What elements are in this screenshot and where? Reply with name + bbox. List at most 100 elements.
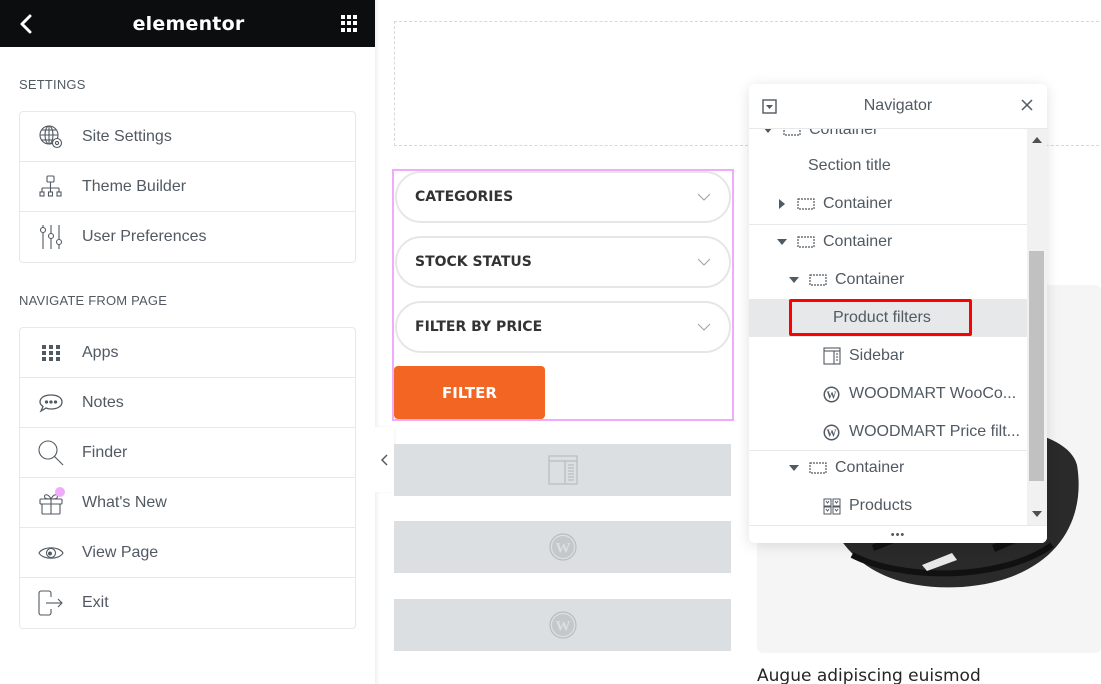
wordpress-icon: W	[823, 386, 840, 402]
navigator-scrollbar[interactable]	[1027, 129, 1047, 525]
filter-stock-status[interactable]: STOCK STATUS	[395, 236, 731, 288]
menu-item-theme-builder[interactable]: Theme Builder	[20, 162, 355, 212]
menu-item-label: What's New	[82, 493, 167, 511]
menu-item-notes[interactable]: Notes	[20, 378, 355, 428]
chevron-left-icon	[380, 453, 388, 466]
svg-text:W: W	[827, 428, 837, 439]
settings-section-label: SETTINGS	[19, 77, 86, 92]
scroll-up-arrow-icon[interactable]	[1032, 137, 1042, 143]
filter-label: CATEGORIES	[415, 189, 514, 205]
nav-item-label: Container	[823, 195, 893, 212]
menu-item-label: Finder	[82, 443, 128, 461]
elementor-panel: elementor SETTINGS Site Settings Theme B…	[0, 0, 375, 684]
svg-text:W: W	[827, 390, 837, 401]
panel-divider	[375, 0, 380, 684]
container-icon	[797, 236, 815, 248]
caret-down-icon	[777, 239, 787, 245]
wordpress-icon: W	[823, 424, 840, 440]
filter-label: FILTER BY PRICE	[415, 319, 543, 335]
nav-item-sidebar[interactable]: Sidebar	[749, 337, 1027, 375]
container-icon	[783, 129, 801, 136]
menu-item-label: Apps	[82, 343, 119, 361]
globe-gear-icon	[39, 124, 63, 148]
product-title[interactable]: Augue adipiscing euismod	[757, 666, 981, 684]
container-icon	[809, 274, 827, 286]
comment-icon	[39, 393, 63, 413]
sidebar-icon	[823, 347, 841, 365]
settings-menu: Site Settings Theme Builder User Prefere…	[19, 111, 356, 263]
menu-item-label: Exit	[82, 594, 109, 611]
navigator-tree: Container Section title Container Contai…	[749, 129, 1027, 525]
collapse-all-icon[interactable]	[762, 99, 777, 114]
menu-item-whats-new[interactable]: What's New	[20, 478, 355, 528]
nav-item-label: Sidebar	[849, 347, 905, 364]
nav-item-label: Container	[835, 271, 905, 288]
nav-item-container[interactable]: Container	[749, 129, 1027, 149]
chevron-down-icon	[697, 193, 711, 201]
scroll-down-arrow-icon[interactable]	[1032, 511, 1042, 517]
menu-item-exit[interactable]: Exit	[20, 578, 355, 628]
filter-by-price[interactable]: FILTER BY PRICE	[395, 301, 731, 353]
nav-item-container[interactable]: Container	[749, 223, 1027, 261]
wordpress-icon: W	[548, 533, 577, 561]
nav-item-container[interactable]: Container	[749, 261, 1027, 299]
caret-right-icon	[779, 199, 785, 209]
menu-item-finder[interactable]: Finder	[20, 428, 355, 478]
menu-item-user-preferences[interactable]: User Preferences	[20, 212, 355, 262]
caret-down-icon	[764, 129, 772, 133]
navigate-menu: Apps Notes Finder What's New View Page E…	[19, 327, 356, 629]
apps-grid-button[interactable]	[341, 14, 359, 33]
collapse-panel-button[interactable]	[375, 427, 394, 492]
nav-item-container[interactable]: Container	[749, 185, 1027, 223]
grid-icon	[42, 344, 60, 361]
elementor-logo: elementor	[132, 12, 245, 35]
close-icon[interactable]	[1020, 98, 1034, 112]
panel-header: elementor	[0, 0, 375, 47]
nav-item-section-title[interactable]: Section title	[749, 147, 1027, 185]
sidebar-icon	[547, 455, 578, 485]
selected-item-highlight	[789, 299, 972, 336]
caret-down-icon	[789, 465, 799, 471]
nav-item-container[interactable]: Container	[749, 449, 1027, 487]
nav-item-label: WOODMART Price filt...	[849, 423, 1020, 440]
sitemap-icon	[39, 174, 62, 197]
back-button[interactable]	[16, 14, 36, 34]
navigator-header[interactable]: Navigator	[749, 84, 1047, 129]
woodmart-widget-placeholder[interactable]: W	[394, 521, 731, 573]
menu-item-label: Theme Builder	[82, 177, 187, 195]
navigator-panel: Navigator Container Section title Contai…	[749, 84, 1047, 543]
chevron-down-icon	[697, 258, 711, 266]
nav-item-products[interactable]: Products	[749, 487, 1027, 525]
notification-badge	[55, 486, 65, 497]
container-icon	[797, 198, 815, 210]
filter-label: STOCK STATUS	[415, 254, 532, 270]
wordpress-icon: W	[548, 611, 577, 639]
svg-text:W: W	[555, 619, 570, 635]
nav-item-woodmart-woocommerce[interactable]: W WOODMART WooCo...	[749, 375, 1027, 413]
menu-item-label: Notes	[82, 393, 124, 411]
menu-item-label: Site Settings	[82, 127, 172, 145]
filter-button[interactable]: FILTER	[394, 366, 545, 419]
navigator-resize-handle[interactable]: •••	[749, 525, 1047, 543]
nav-item-label: Container	[823, 233, 893, 250]
chevron-left-icon	[20, 14, 32, 33]
nav-item-label: Products	[849, 497, 913, 514]
sliders-icon	[39, 225, 63, 249]
menu-item-site-settings[interactable]: Site Settings	[20, 112, 355, 162]
sidebar-widget-placeholder[interactable]	[394, 444, 731, 496]
chevron-down-icon	[697, 323, 711, 331]
container-icon	[809, 462, 827, 474]
grid-icon	[341, 14, 345, 19]
eye-icon	[38, 546, 64, 559]
menu-item-apps[interactable]: Apps	[20, 328, 355, 378]
menu-item-view-page[interactable]: View Page	[20, 528, 355, 578]
nav-item-label: Container	[809, 129, 879, 138]
woodmart-price-filter-placeholder[interactable]: W	[394, 599, 731, 651]
nav-item-woodmart-price-filter[interactable]: W WOODMART Price filt...	[749, 413, 1027, 451]
caret-down-icon	[789, 277, 799, 283]
filter-categories[interactable]: CATEGORIES	[395, 171, 731, 223]
products-grid-icon	[823, 498, 841, 514]
nav-item-label: Section title	[808, 157, 891, 174]
scrollbar-thumb[interactable]	[1029, 251, 1044, 481]
exit-icon	[38, 590, 63, 616]
